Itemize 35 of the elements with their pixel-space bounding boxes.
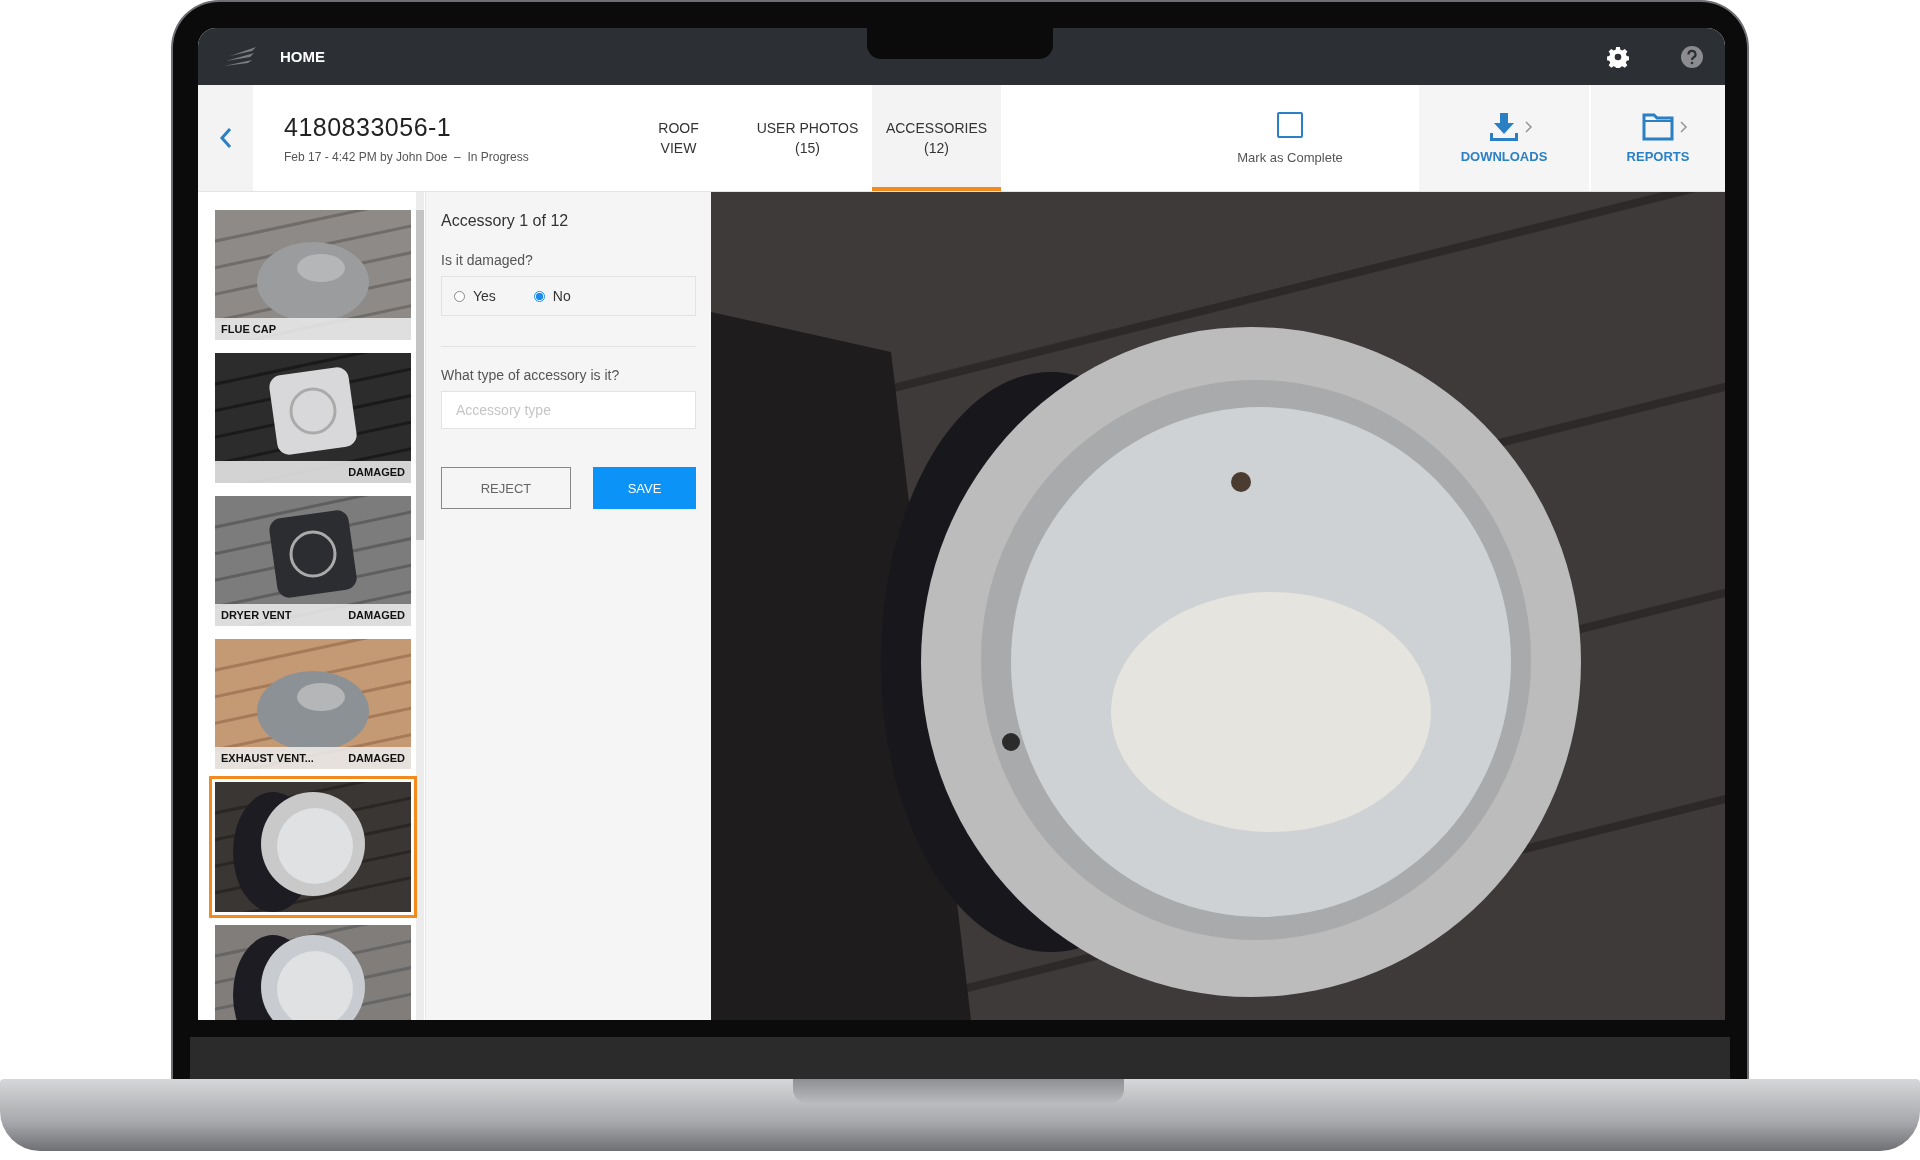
home-link[interactable]: HOME [280,48,325,65]
help-icon[interactable] [1681,45,1703,68]
mark-complete-label: Mark as Complete [1237,149,1343,165]
accessory-type-field[interactable]: Accessory type [441,391,696,429]
form-button[interactable]: REJECT [441,467,571,509]
damage-status: DAMAGED [348,609,405,621]
tab[interactable]: ROOF VIEW [614,85,743,191]
question-label: Is it damaged? [441,252,534,268]
accessory-counter: Accessory 1 of 12 [441,212,570,230]
radio-option[interactable]: Yes [454,288,496,304]
report-title: 4180833056-1 [284,112,453,142]
action-button[interactable]: REPORTS [1591,85,1725,191]
damage-status: DAMAGED [348,752,405,764]
back-chevron-icon [217,126,234,150]
accessory-thumbnail[interactable]: FLUE CAP [209,204,417,346]
accessory-name: DRYER VENT [221,609,292,621]
tab[interactable]: ACCESSORIES (12) [872,85,1001,191]
accessory-name: EXHAUST VENT... [221,752,314,764]
chevron-icon [1680,120,1688,133]
question-label: What type of accessory is it? [441,367,621,383]
tab[interactable]: USER PHOTOS (15) [743,85,872,191]
settings-icon[interactable] [1607,45,1629,68]
report-subtitle: Feb 17 - 4:42 PM by John Doe – In Progress [284,149,530,164]
action-button[interactable]: DOWNLOADS [1419,85,1591,191]
radio-option[interactable]: No [533,288,571,304]
damage-status: DAMAGED [348,466,405,478]
chevron-icon [1525,120,1533,133]
folder-icon [1642,112,1674,141]
accessory-thumbnail[interactable]: DRYER VENT DAMAGED [209,490,417,632]
scrollbar[interactable] [416,210,424,540]
accessory-thumbnail[interactable]: DAMAGED [209,347,417,489]
accessory-name: FLUE CAP [221,323,276,335]
accessory-thumbnail[interactable]: EXHAUST VENT... DAMAGED [209,633,417,775]
checkbox[interactable] [1277,111,1303,138]
download-icon [1489,112,1519,141]
